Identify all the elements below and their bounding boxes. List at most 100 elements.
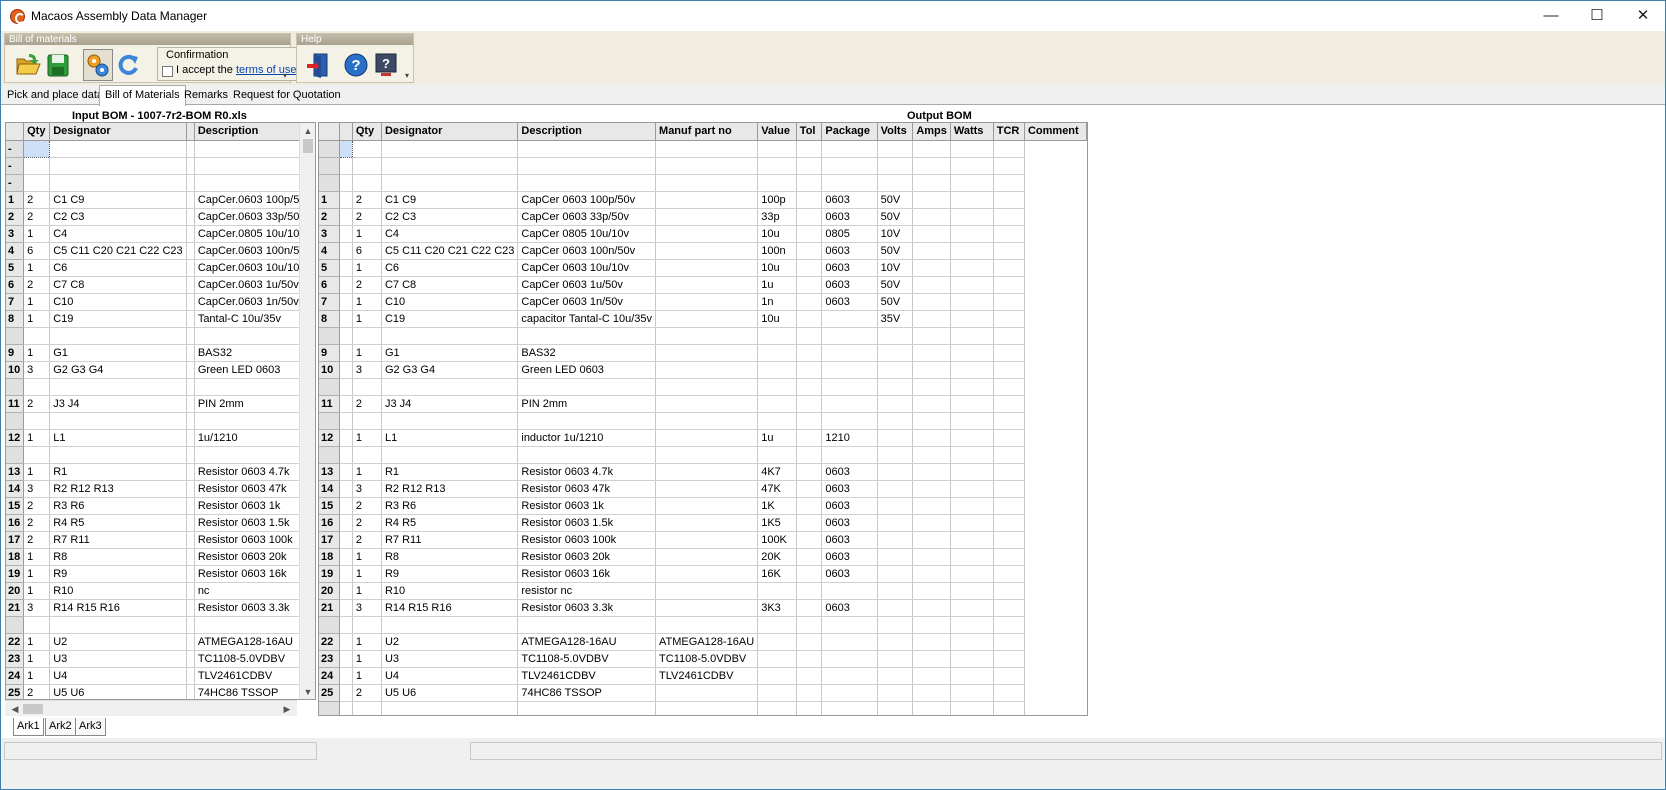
- table-cell[interactable]: CapCer.0603 10u/10v: [194, 259, 315, 277]
- tab-remarks[interactable]: Remarks: [179, 87, 233, 105]
- table-cell[interactable]: [993, 378, 1025, 396]
- table-row[interactable]: 1 2 C1 C9 CapCer.0603 100p/50v: [6, 191, 315, 209]
- column-header[interactable]: Designator: [381, 123, 519, 141]
- table-cell[interactable]: [517, 616, 657, 634]
- row-header[interactable]: 9: [319, 344, 340, 362]
- column-header[interactable]: Package: [821, 123, 878, 141]
- table-row[interactable]: 9 1 G1 BAS32: [319, 344, 1087, 362]
- table-cell[interactable]: PIN 2mm: [517, 395, 657, 413]
- table-cell[interactable]: [186, 599, 195, 617]
- table-cell[interactable]: [655, 310, 759, 328]
- table-cell[interactable]: [49, 412, 187, 430]
- table-cell[interactable]: [186, 191, 195, 209]
- table-cell[interactable]: [912, 446, 951, 464]
- row-header[interactable]: 3: [6, 225, 25, 243]
- table-cell[interactable]: [821, 344, 878, 362]
- table-cell[interactable]: 1: [23, 582, 51, 600]
- table-row[interactable]: [319, 446, 1087, 464]
- table-row[interactable]: [319, 157, 1087, 175]
- table-cell[interactable]: [49, 174, 187, 192]
- table-cell[interactable]: [339, 548, 353, 566]
- table-cell[interactable]: [186, 157, 195, 175]
- table-cell[interactable]: [950, 191, 994, 209]
- table-cell[interactable]: C10: [49, 293, 187, 311]
- table-cell[interactable]: [381, 378, 519, 396]
- table-cell[interactable]: 2: [23, 395, 51, 413]
- table-cell[interactable]: [877, 633, 914, 651]
- column-header[interactable]: Watts: [950, 123, 994, 141]
- table-cell[interactable]: 1u/1210: [194, 429, 315, 447]
- table-cell[interactable]: BAS32: [194, 344, 315, 362]
- table-cell[interactable]: [993, 225, 1025, 243]
- table-cell[interactable]: capacitor Tantal-C 10u/35v: [517, 310, 657, 328]
- table-cell[interactable]: [186, 344, 195, 362]
- table-cell[interactable]: 6: [352, 242, 382, 260]
- table-cell[interactable]: [186, 174, 195, 192]
- table-cell[interactable]: CapCer.0603 33p/50v: [194, 208, 315, 226]
- table-cell[interactable]: 1: [23, 259, 51, 277]
- table-cell[interactable]: R4 R5: [381, 514, 519, 532]
- table-cell[interactable]: [821, 327, 878, 345]
- table-cell[interactable]: [877, 395, 914, 413]
- table-cell[interactable]: [950, 616, 994, 634]
- column-header[interactable]: Description: [194, 123, 315, 141]
- table-cell[interactable]: [912, 684, 951, 702]
- table-cell[interactable]: [950, 310, 994, 328]
- table-cell[interactable]: [912, 378, 951, 396]
- table-cell[interactable]: 1: [23, 344, 51, 362]
- table-cell[interactable]: [993, 633, 1025, 651]
- table-cell[interactable]: [339, 480, 353, 498]
- table-cell[interactable]: BAS32: [517, 344, 657, 362]
- table-cell[interactable]: [796, 412, 823, 430]
- table-cell[interactable]: [381, 616, 519, 634]
- table-cell[interactable]: 2: [23, 497, 51, 515]
- table-cell[interactable]: Resistor 0603 47k: [194, 480, 315, 498]
- table-cell[interactable]: [993, 497, 1025, 515]
- row-header[interactable]: [319, 327, 340, 345]
- table-cell[interactable]: [877, 565, 914, 583]
- table-cell[interactable]: [950, 378, 994, 396]
- table-cell[interactable]: [821, 140, 878, 158]
- table-cell[interactable]: [821, 157, 878, 175]
- table-cell[interactable]: 2: [23, 208, 51, 226]
- table-cell[interactable]: [912, 225, 951, 243]
- table-cell[interactable]: ATMEGA128-16AU: [517, 633, 657, 651]
- table-cell[interactable]: ATMEGA128-16AU: [194, 633, 315, 651]
- table-cell[interactable]: [950, 361, 994, 379]
- table-cell[interactable]: Resistor 0603 1.5k: [517, 514, 657, 532]
- table-cell[interactable]: [950, 242, 994, 260]
- table-cell[interactable]: [993, 327, 1025, 345]
- table-cell[interactable]: [655, 463, 759, 481]
- table-cell[interactable]: 47K: [757, 480, 797, 498]
- table-cell[interactable]: [186, 463, 195, 481]
- table-cell[interactable]: 1: [352, 225, 382, 243]
- table-cell[interactable]: 2: [23, 684, 51, 699]
- table-cell[interactable]: 74HC86 TSSOP: [194, 684, 315, 699]
- table-cell[interactable]: [186, 327, 195, 345]
- table-cell[interactable]: [912, 276, 951, 294]
- table-row[interactable]: 4 6 C5 C11 C20 C21 C22 C23 CapCer.0603 100n…: [6, 242, 315, 260]
- table-cell[interactable]: [950, 157, 994, 175]
- table-cell[interactable]: 1: [352, 293, 382, 311]
- table-cell[interactable]: 1: [352, 259, 382, 277]
- table-cell[interactable]: TLV2461CDBV: [655, 667, 759, 685]
- table-cell[interactable]: [950, 412, 994, 430]
- table-cell[interactable]: [186, 395, 195, 413]
- table-cell[interactable]: [655, 395, 759, 413]
- table-cell[interactable]: [912, 463, 951, 481]
- table-cell[interactable]: [757, 174, 797, 192]
- scroll-down-icon[interactable]: ▼: [302, 686, 314, 698]
- table-cell[interactable]: 1: [352, 548, 382, 566]
- table-cell[interactable]: 1u: [757, 276, 797, 294]
- table-cell[interactable]: [655, 701, 759, 715]
- table-cell[interactable]: [186, 140, 195, 158]
- table-cell[interactable]: R1: [381, 463, 519, 481]
- table-cell[interactable]: [993, 140, 1025, 158]
- table-cell[interactable]: [655, 684, 759, 702]
- table-cell[interactable]: [796, 327, 823, 345]
- table-row[interactable]: [319, 174, 1087, 192]
- table-cell[interactable]: [796, 616, 823, 634]
- row-header[interactable]: 7: [319, 293, 340, 311]
- table-cell[interactable]: [339, 599, 353, 617]
- table-row[interactable]: 21 3 R14 R15 R16 Resistor 0603 3.3k: [6, 599, 315, 617]
